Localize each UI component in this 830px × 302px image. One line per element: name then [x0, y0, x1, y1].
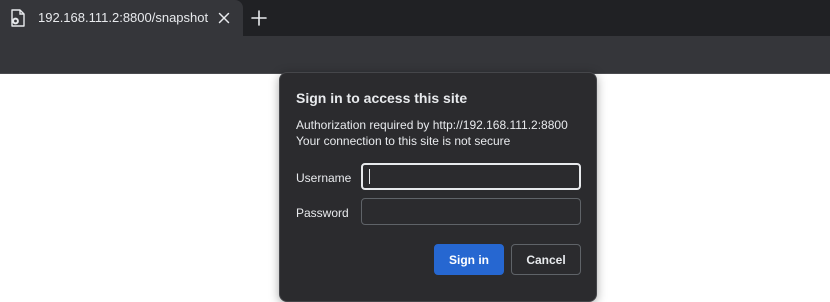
password-field[interactable] [361, 198, 581, 225]
username-field[interactable] [361, 163, 581, 190]
authorization-text: Authorization required by http://192.168… [296, 118, 568, 132]
username-label: Username [296, 171, 352, 185]
close-icon[interactable] [215, 9, 233, 27]
tab-strip: 192.168.111.2:8800/snapshot [0, 0, 830, 36]
browser-tab[interactable]: 192.168.111.2:8800/snapshot [0, 0, 243, 36]
password-label: Password [296, 206, 349, 220]
cancel-button[interactable]: Cancel [511, 244, 581, 275]
security-warning-text: Your connection to this site is not secu… [296, 134, 511, 148]
dialog-title: Sign in to access this site [296, 90, 468, 106]
browser-toolbar [0, 36, 830, 74]
page-icon [11, 9, 25, 27]
sign-in-button[interactable]: Sign in [434, 244, 504, 275]
sign-in-dialog: Sign in to access this site Authorizatio… [279, 72, 597, 302]
text-caret [369, 169, 370, 184]
tab-title: 192.168.111.2:8800/snapshot [38, 10, 209, 25]
plus-icon[interactable] [249, 8, 269, 28]
